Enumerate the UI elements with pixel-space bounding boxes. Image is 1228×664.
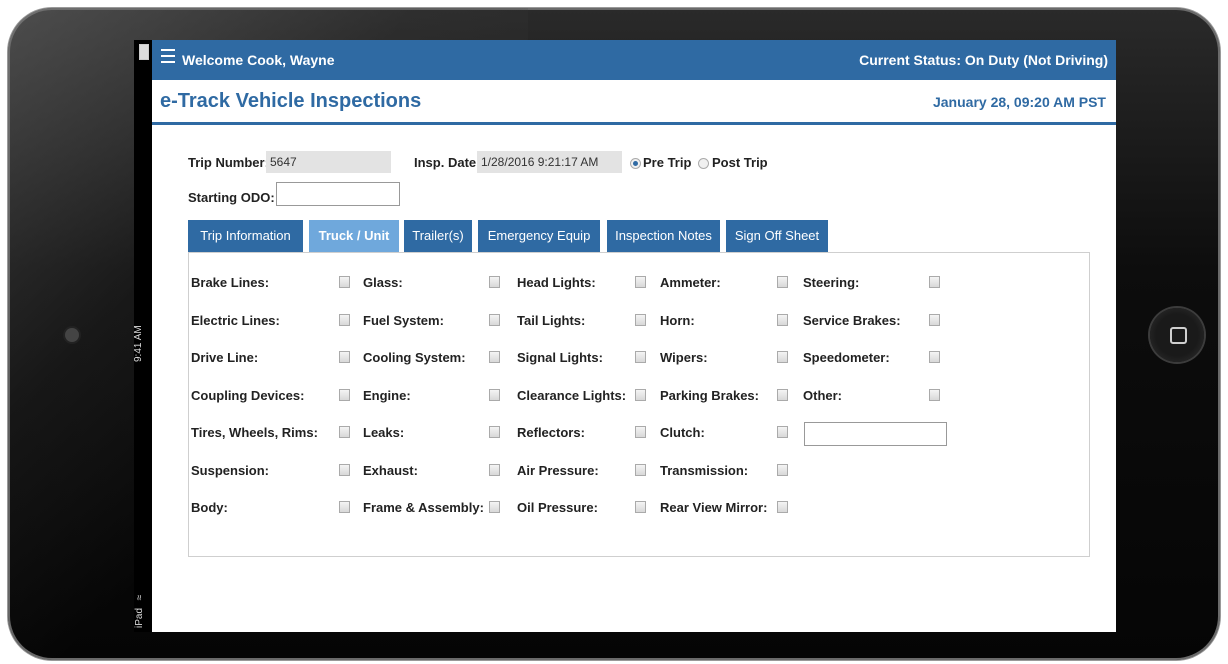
other-text-input[interactable] [804,422,947,446]
checklist-label-transmission: Transmission: [660,462,749,478]
checkbox-drive-line[interactable] [339,351,350,363]
checkbox-speedometer[interactable] [929,351,940,363]
hamburger-menu-icon[interactable] [161,49,175,63]
checklist-label-tires-wheels-rims: Tires, Wheels, Rims: [191,425,318,440]
checklist-label-speedometer: Speedometer: [803,350,890,365]
checklist-label-reflectors: Reflectors: [517,425,585,440]
current-date: January 28, 09:20 AM PST [932,94,1106,110]
checklist-label-glass: Glass: [363,275,403,290]
checkbox-glass[interactable] [489,276,500,288]
tab-sign-off-sheet[interactable]: Sign Off Sheet [726,220,828,252]
checklist-label-leaks: Leaks: [363,425,405,440]
checklist-label-steering: Steering: [803,275,860,290]
checkbox-clearance-lights[interactable] [635,388,646,401]
welcome-text: Welcome Cook, Wayne [182,52,335,68]
pre-trip-label: Pre Trip [643,155,692,170]
checklist-label-coupling-devices: Coupling Devices: [191,387,305,403]
checklist-label-cooling-system: Cooling System: [363,350,466,365]
ios-time: 9:41 AM [133,325,144,362]
post-trip-radio[interactable] [698,158,709,169]
checkbox-other[interactable] [929,388,940,401]
checklist-label-rear-view-mirror: Rear View Mirror: [660,500,768,515]
checkbox-rear-view-mirror[interactable] [777,501,788,513]
checkbox-exhaust[interactable] [489,463,500,476]
checkbox-wipers[interactable] [777,351,788,363]
checkbox-cooling-system[interactable] [489,351,500,363]
tab-trip-information[interactable]: Trip Information [188,220,303,252]
checkbox-service-brakes[interactable] [929,313,940,326]
title-bar: e-Track Vehicle Inspections January 28, … [152,80,1116,125]
home-square-icon [1170,327,1187,344]
checkbox-electric-lines[interactable] [339,313,350,326]
checkbox-other-extra[interactable] [777,426,788,438]
checklist-label-service-brakes: Service Brakes: [803,312,901,328]
checkbox-signal-lights[interactable] [635,351,646,363]
checklist-label-head-lights: Head Lights: [517,275,596,290]
checklist-label-brake-lines: Brake Lines: [191,275,270,290]
checklist-label-fuel-system: Fuel System: [363,312,444,328]
checklist-label-tail-lights: Tail Lights: [517,312,586,328]
insp-date-field[interactable]: 1/28/2016 9:21:17 AM [477,151,622,173]
duty-status: Current Status: On Duty (Not Driving) [859,52,1108,68]
checklist-label-air-pressure: Air Pressure: [517,462,599,478]
tab-inspection-notes[interactable]: Inspection Notes [607,220,720,252]
truck-checklist-panel: Brake Lines: Electric Lines: Drive Line: Co… [188,252,1090,557]
pre-trip-radio[interactable] [630,158,641,169]
checkbox-suspension[interactable] [339,463,350,476]
checkbox-reflectors[interactable] [635,426,646,438]
checklist-label-signal-lights: Signal Lights: [517,350,603,365]
checklist-label-oil-pressure: Oil Pressure: [517,500,598,515]
checkbox-tires-wheels-rims[interactable] [339,426,350,438]
checklist-label-body: Body: [191,500,228,515]
ios-carrier: iPad [134,607,145,628]
camera-icon [65,328,79,342]
checklist-label-ammeter: Ammeter: [660,275,721,290]
top-bar: Welcome Cook, Wayne Current Status: On D… [152,40,1116,80]
starting-odo-input[interactable] [276,182,400,206]
checklist-label-frame-assembly: Frame & Assembly: [363,500,484,515]
starting-odo-label: Starting ODO: [188,190,275,205]
post-trip-label: Post Trip [712,155,768,170]
checklist-label-drive-line: Drive Line: [191,350,259,365]
checkbox-oil-pressure[interactable] [635,501,646,513]
checkbox-steering[interactable] [929,276,940,288]
checkbox-horn[interactable] [777,313,788,326]
insp-date-label: Insp. Date: [414,155,481,170]
checkbox-frame-assembly[interactable] [489,501,500,513]
checklist-label-clearance-lights: Clearance Lights: [517,387,627,403]
checkbox-coupling-devices[interactable] [339,388,350,401]
checklist-label-wipers: Wipers: [660,350,708,365]
checklist-label-clutch: Clutch: [660,425,705,440]
tab-truck-unit[interactable]: Truck / Unit [309,220,399,252]
checkbox-head-lights[interactable] [635,276,646,288]
checkbox-leaks[interactable] [489,426,500,438]
checkbox-transmission[interactable] [777,463,788,476]
page-title: e-Track Vehicle Inspections [160,90,422,112]
tab-trailers[interactable]: Trailer(s) [404,220,472,252]
checklist-label-exhaust: Exhaust: [363,462,418,478]
checklist-label-engine: Engine: [363,387,411,403]
trip-number-field[interactable]: 5647 [266,151,391,173]
checkbox-ammeter[interactable] [777,276,788,288]
checkbox-parking-brakes[interactable] [777,388,788,401]
checkbox-air-pressure[interactable] [635,463,646,476]
tab-emergency-equip[interactable]: Emergency Equip [478,220,600,252]
checkbox-tail-lights[interactable] [635,313,646,326]
checkbox-brake-lines[interactable] [339,276,350,288]
checkbox-body[interactable] [339,501,350,513]
app-screen: Welcome Cook, Wayne Current Status: On D… [152,40,1116,632]
checklist-label-parking-brakes: Parking Brakes: [660,387,759,403]
checkbox-engine[interactable] [489,388,500,401]
checkbox-fuel-system[interactable] [489,313,500,326]
trip-number-label: Trip Number: [188,155,269,170]
battery-icon [139,44,149,60]
checklist-label-electric-lines: Electric Lines: [191,312,280,328]
wifi-icon: ≈ [134,594,146,601]
checklist-label-suspension: Suspension: [191,462,270,478]
checklist-label-horn: Horn: [660,312,695,328]
checklist-label-other: Other: [803,387,842,403]
